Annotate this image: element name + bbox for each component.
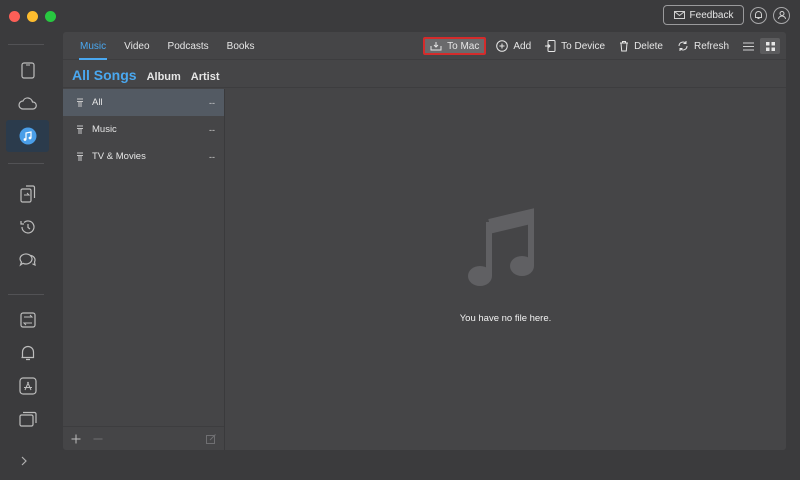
tab-music[interactable]: Music — [71, 32, 115, 60]
category-count: -- — [209, 97, 215, 108]
close-window-button[interactable] — [9, 11, 20, 22]
to-mac-button[interactable]: To Mac — [423, 37, 487, 55]
empty-message: You have no file here. — [459, 313, 552, 324]
history-icon — [19, 220, 35, 234]
toolbar: Music Video Podcasts Books To Mac Add To… — [63, 32, 786, 60]
subnav-album[interactable]: Album — [147, 63, 181, 91]
feedback-label: Feedback — [689, 9, 734, 21]
trash-icon — [620, 41, 629, 52]
sidebar-divider — [8, 294, 44, 295]
maximize-window-button[interactable] — [45, 11, 56, 22]
tab-video[interactable]: Video — [115, 32, 158, 60]
sidebar-item-app-store[interactable] — [6, 370, 49, 402]
plus-circle-icon — [496, 40, 509, 52]
account-button[interactable] — [773, 6, 790, 24]
tab-books[interactable]: Books — [218, 32, 264, 60]
tab-podcasts[interactable]: Podcasts — [159, 32, 218, 60]
sidebar-item-ringtone[interactable] — [6, 337, 49, 369]
edit-icon[interactable] — [206, 433, 216, 444]
delete-button[interactable]: Delete — [612, 37, 670, 55]
top-right-controls: Feedback — [663, 5, 790, 25]
sidebar — [0, 32, 54, 480]
minimize-window-button[interactable] — [27, 11, 38, 22]
add-label: Add — [513, 40, 532, 52]
sidebar-item-backup[interactable] — [6, 211, 49, 243]
refresh-button[interactable]: Refresh — [670, 37, 736, 55]
media-tabs: Music Video Podcasts Books — [71, 32, 263, 60]
plus-icon[interactable] — [71, 434, 81, 444]
notifications-button[interactable] — [750, 6, 767, 24]
playlist-icon — [77, 152, 83, 161]
playlist-icon — [77, 98, 83, 107]
user-icon — [777, 11, 786, 20]
to-device-button[interactable]: To Device — [538, 37, 612, 55]
subnav-all-songs[interactable]: All Songs — [72, 61, 137, 89]
transfer-icon — [19, 185, 35, 203]
refresh-icon — [678, 41, 688, 51]
download-tray-icon — [430, 42, 442, 51]
window-controls — [9, 11, 56, 22]
delete-label: Delete — [634, 40, 663, 52]
sidebar-item-transfer[interactable] — [6, 178, 49, 210]
category-row-tv-movies[interactable]: TV & Movies -- — [63, 143, 224, 170]
sidebar-item-messages[interactable] — [6, 244, 49, 276]
category-label: Music — [92, 124, 117, 135]
sub-navigation: All Songs Album Artist — [63, 61, 786, 88]
to-device-label: To Device — [561, 40, 606, 52]
sidebar-item-heic-converter[interactable] — [6, 304, 49, 336]
sidebar-item-music[interactable] — [6, 120, 49, 152]
phone-export-icon — [545, 40, 556, 52]
category-row-all[interactable]: All -- — [63, 89, 224, 116]
sidebar-item-cloud[interactable] — [6, 87, 49, 119]
music-icon — [19, 127, 36, 145]
category-row-music[interactable]: Music -- — [63, 116, 224, 143]
category-panel: All -- Music -- TV & Movies -- — [63, 89, 225, 450]
app-store-icon — [18, 377, 37, 395]
expand-sidebar-button[interactable] — [20, 455, 28, 469]
sidebar-divider — [8, 44, 44, 45]
cloud-icon — [17, 97, 37, 110]
subnav-artist[interactable]: Artist — [191, 63, 220, 91]
music-note-icon — [468, 208, 534, 286]
category-label: TV & Movies — [92, 151, 146, 162]
grid-view-button[interactable] — [760, 38, 780, 54]
list-view-button[interactable] — [738, 38, 758, 54]
bell-icon — [755, 11, 762, 19]
chat-icon — [19, 253, 36, 267]
phone-icon — [20, 61, 35, 79]
heic-convert-icon — [19, 312, 36, 328]
sidebar-divider — [8, 163, 44, 164]
windows-stack-icon — [18, 411, 37, 427]
sidebar-item-device[interactable] — [6, 54, 49, 86]
add-button[interactable]: Add — [489, 37, 538, 55]
chevron-right-icon — [21, 456, 27, 466]
feedback-button[interactable]: Feedback — [663, 5, 744, 25]
grid-icon — [765, 41, 775, 51]
main-panel: Music Video Podcasts Books To Mac Add To… — [63, 32, 786, 450]
empty-state: You have no file here. — [225, 89, 786, 450]
sidebar-item-windows[interactable] — [6, 403, 49, 435]
toolbar-actions: To Mac Add To Device Delete Refresh — [423, 36, 780, 56]
mail-icon — [673, 11, 685, 19]
minus-icon[interactable] — [93, 434, 103, 444]
playlist-icon — [77, 125, 83, 134]
refresh-label: Refresh — [693, 40, 729, 52]
category-count: -- — [209, 124, 215, 135]
category-footer — [63, 426, 224, 450]
category-label: All — [92, 97, 103, 108]
bell-icon — [21, 345, 34, 361]
to-mac-label: To Mac — [447, 40, 480, 52]
category-count: -- — [209, 151, 215, 162]
list-icon — [742, 42, 754, 50]
